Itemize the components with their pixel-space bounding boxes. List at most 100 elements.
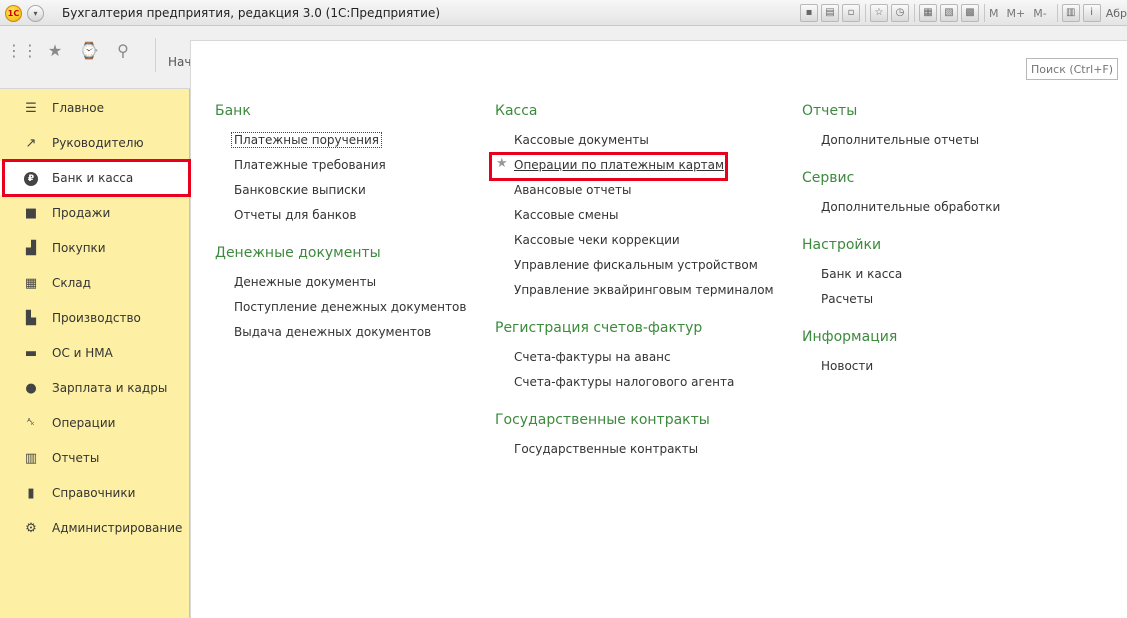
divider [865,4,866,22]
link-card-operations[interactable]: ★ Операции по платежным картам [496,157,774,183]
factory-icon: ▙ [26,310,36,326]
star-icon[interactable]: ★ [40,36,70,66]
1c-logo-icon[interactable]: 1С [5,5,22,22]
sidebar-item-label: Операции [52,416,116,430]
history-icon[interactable]: ⌚ [74,36,104,66]
panels-icon[interactable]: ▥ [1061,4,1080,22]
link-settings-bank-cash[interactable]: Банк и касса [821,267,1000,292]
link-payment-requests[interactable]: Платежные требования [234,158,466,183]
sidebar-item-label: Продажи [52,206,111,220]
column-bank: Банк Платежные поручения Платежные требо… [215,103,466,350]
dt-kt-icon: ᴬₖ [27,418,35,428]
sidebar-item-label: ОС и НМА [52,346,113,360]
divider [1056,4,1058,22]
link-cash-shifts[interactable]: Кассовые смены [514,208,774,233]
sidebar-item-salary[interactable]: ● Зарплата и кадры [0,371,190,405]
sidebar-item-manager[interactable]: ↗ Руководителю [0,126,190,160]
sidebar-item-purchases[interactable]: ▟ Покупки [0,231,190,265]
sidebar-item-label: Склад [52,276,91,290]
section-title-contracts: Государственные контракты [495,412,710,428]
sidebar-item-main[interactable]: ☰ Главное [0,91,190,125]
section-title-info: Информация [802,329,898,345]
sidebar-item-label: Зарплата и кадры [52,381,168,395]
tab-start-page[interactable]: Нач [168,55,191,69]
sidebar-item-warehouse[interactable]: ▦ Склад [0,266,190,300]
sidebar-item-directories[interactable]: ▮ Справочники [0,476,190,510]
link-money-docs-receipt[interactable]: Поступление денежных документов [234,300,466,325]
column-reports: Отчеты Дополнительные отчеты Сервис Допо… [802,103,1000,384]
main-menu-chevron-icon[interactable]: ▾ [27,5,44,22]
sidebar-item-label: Банк и касса [52,171,134,185]
section-title-settings: Настройки [802,237,882,253]
calendar-icon[interactable]: ▧ [940,4,958,22]
search-input[interactable] [1026,58,1118,80]
clipboard-icon[interactable]: ▩ [961,4,979,22]
divider [155,38,156,72]
print-icon[interactable]: ▤ [821,4,839,22]
link-additional-processing[interactable]: Дополнительные обработки [821,200,1000,225]
sidebar-item-operations[interactable]: ᴬₖ Операции [0,406,190,440]
sidebar-item-label: Администрирование [52,521,183,535]
user-name[interactable]: Абрам [1106,7,1127,20]
title-bar: 1С ▾ Бухгалтерия предприятия, редакция 3… [0,0,1127,26]
calculator-icon[interactable]: ▦ [919,4,937,22]
sidebar-item-administration[interactable]: ⚙ Администрирование [0,511,190,545]
warehouse-icon: ▦ [24,275,38,291]
column-cash: Касса Кассовые документы ★ Операции по п… [495,103,774,467]
link-advance-invoices[interactable]: Счета-фактуры на аванс [514,350,774,375]
sidebar-item-production[interactable]: ▙ Производство [0,301,190,335]
link-bank-reports[interactable]: Отчеты для банков [234,208,466,233]
sidebar-item-label: Главное [52,101,104,115]
link-news[interactable]: Новости [821,359,1000,384]
link-advance-reports[interactable]: Авансовые отчеты [514,183,774,208]
bar-chart-icon: ▥ [24,450,38,466]
sidebar-item-label: Покупки [52,241,106,255]
link-fiscal-device[interactable]: Управление фискальным устройством [514,258,774,283]
section-title-money-docs: Денежные документы [215,245,381,261]
link-settings-settlements[interactable]: Расчеты [821,292,1000,317]
section-title-service: Сервис [802,170,855,186]
divider [914,4,915,22]
link-money-docs-issue[interactable]: Выдача денежных документов [234,325,466,350]
link-bank-statements[interactable]: Банковские выписки [234,183,466,208]
sidebar-item-label: Руководителю [52,136,144,150]
link-tax-agent-invoices[interactable]: Счета-фактуры налогового агента [514,375,774,400]
link-additional-reports[interactable]: Дополнительные отчеты [821,133,1000,158]
divider [984,4,985,22]
document-icon[interactable]: ▫ [842,4,860,22]
title-toolbar: ▪ ▤ ▫ ☆ ◷ ▦ ▧ ▩ M M+ M- ▥ i Абрам [800,3,1127,23]
memory-button-m-minus[interactable]: M- [1033,7,1046,20]
section-title-invoices: Регистрация счетов-фактур [495,320,703,336]
sidebar-item-reports[interactable]: ▥ Отчеты [0,441,190,475]
memory-button-m-plus[interactable]: M+ [1007,7,1026,20]
link-correction-receipts[interactable]: Кассовые чеки коррекции [514,233,774,258]
apps-grid-icon[interactable]: ⋮⋮ [6,36,38,66]
section-title-reports: Отчеты [802,103,858,119]
search-icon[interactable]: ⚲ [108,36,138,66]
favorite-star-icon[interactable]: ★ [496,157,508,171]
sidebar-item-fixed-assets[interactable]: ▬ ОС и НМА [0,336,190,370]
history-icon[interactable]: ◷ [891,4,909,22]
favorites-star-icon[interactable]: ☆ [870,4,888,22]
link-cash-documents[interactable]: Кассовые документы [514,133,774,158]
person-icon: ● [25,380,37,396]
sidebar-item-label: Справочники [52,486,136,500]
cart-icon: ▟ [26,240,36,256]
link-money-documents[interactable]: Денежные документы [234,275,466,300]
sidebar-item-bank-cash[interactable]: ₽ Банк и касса [0,161,190,195]
ruble-icon: ₽ [23,170,39,186]
window-title: Бухгалтерия предприятия, редакция 3.0 (1… [62,6,441,20]
link-acquiring-terminal[interactable]: Управление эквайринговым терминалом [514,283,774,308]
info-icon[interactable]: i [1082,4,1101,22]
link-government-contracts[interactable]: Государственные контракты [514,442,774,467]
link-payment-orders[interactable]: Платежные поручения [231,132,466,158]
sidebar-item-label: Отчеты [52,451,100,465]
sections-sidebar: ☰ Главное ↗ Руководителю ₽ Банк и касса … [0,89,190,618]
bag-icon: ■ [24,205,38,221]
section-title-bank: Банк [215,103,251,119]
save-icon[interactable]: ▪ [800,4,818,22]
gear-icon: ⚙ [25,520,37,536]
section-title-cash: Касса [495,103,538,119]
memory-button-m[interactable]: M [989,7,999,20]
sidebar-item-sales[interactable]: ■ Продажи [0,196,190,230]
